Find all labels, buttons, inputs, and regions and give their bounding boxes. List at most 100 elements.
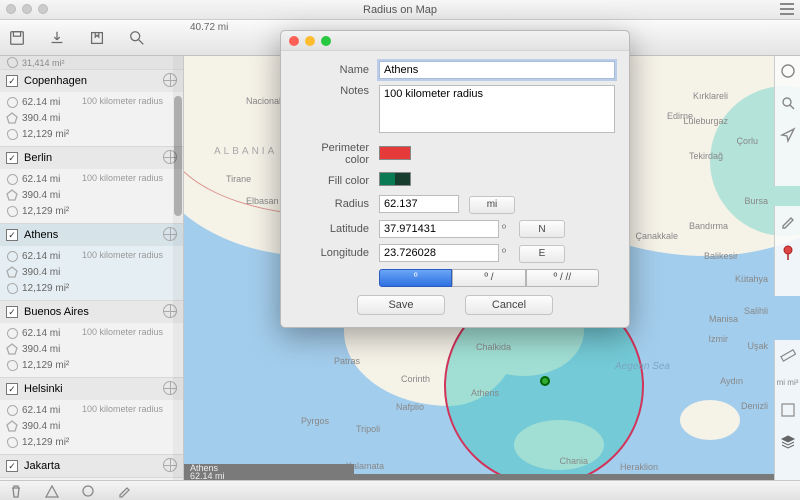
longitude-hemi-button[interactable]: E [519, 245, 565, 263]
radius-icon [7, 251, 18, 262]
scrollbar[interactable] [173, 56, 183, 480]
pin-icon[interactable] [779, 244, 797, 262]
list-item-name: Berlin [24, 152, 52, 164]
sidebar: 31,414 mi² Copenhagen 62.14 mi 390.4 mi … [0, 56, 184, 480]
country-label: ALBANIA [214, 146, 277, 157]
scrollbar-thumb[interactable] [174, 96, 182, 216]
checkbox-icon[interactable] [6, 229, 18, 241]
list-item-name: Jakarta [24, 460, 60, 472]
checkbox-icon[interactable] [6, 152, 18, 164]
city-label: Aydın [718, 376, 745, 386]
perimeter-icon [6, 189, 18, 201]
ruler-icon[interactable] [779, 346, 797, 364]
circle-tool-icon[interactable] [80, 484, 96, 498]
city-label: Çorlu [734, 136, 760, 146]
fill-color-swatch[interactable] [379, 172, 411, 186]
sea-label: Aegean Sea [615, 361, 670, 372]
zoom-window-icon[interactable] [38, 4, 48, 14]
format-deg-min-sec[interactable]: º / // [526, 269, 599, 287]
city-label: Pyrgos [299, 416, 331, 426]
list-item[interactable]: Helsinki 62.14 mi 390.4 mi 12,129 mi² 10… [0, 378, 183, 455]
list-item[interactable]: Copenhagen 62.14 mi 390.4 mi 12,129 mi² … [0, 70, 183, 147]
perimeter-icon [6, 112, 18, 124]
radius-icon [7, 328, 18, 339]
unit-toggle[interactable]: mi mi² [777, 378, 799, 387]
format-deg[interactable]: º [379, 269, 452, 287]
notes-input[interactable] [379, 85, 615, 133]
cancel-button[interactable]: Cancel [465, 295, 553, 315]
city-label: Tirane [224, 174, 253, 184]
area-icon [7, 283, 18, 294]
locate-icon[interactable] [779, 126, 797, 144]
degree-format-segmented[interactable]: º º / º / // [379, 269, 599, 287]
trash-icon[interactable] [8, 484, 24, 498]
zoom-icon[interactable] [321, 36, 331, 46]
city-label: Tripoli [354, 424, 382, 434]
area-icon [7, 129, 18, 140]
latitude-input[interactable] [379, 220, 499, 238]
unit-button[interactable]: mi [469, 196, 515, 214]
city-label: Corinth [399, 374, 432, 384]
minimize-icon[interactable] [305, 36, 315, 46]
city-label: Lüleburgaz [681, 116, 730, 126]
dialog-titlebar[interactable] [281, 31, 629, 51]
search-icon[interactable] [779, 94, 797, 112]
minimize-window-icon[interactable] [22, 4, 32, 14]
import-icon[interactable] [46, 27, 68, 49]
list-item[interactable]: Jakarta [0, 455, 183, 478]
latitude-hemi-button[interactable]: N [519, 220, 565, 238]
city-label: Denizli [739, 401, 770, 411]
edit-dialog: Name Notes Perimeter color Fill color Ra… [280, 30, 630, 328]
city-label: Bandırma [687, 221, 730, 231]
menu-icon[interactable] [780, 3, 794, 15]
city-label: Kırklareli [691, 91, 730, 101]
field-label: Radius [295, 198, 379, 210]
list-item-name: Copenhagen [24, 75, 87, 87]
warning-icon[interactable] [44, 484, 60, 498]
city-label: Patras [332, 356, 362, 366]
save-icon[interactable] [6, 27, 28, 49]
checkbox-icon[interactable] [6, 460, 18, 472]
map-pin-icon[interactable] [540, 376, 550, 386]
format-deg-min[interactable]: º / [452, 269, 525, 287]
name-input[interactable] [379, 61, 615, 79]
list-item-name: Athens [24, 229, 58, 241]
radius-icon [7, 174, 18, 185]
radius-input[interactable] [379, 195, 459, 213]
window-controls[interactable] [6, 4, 48, 14]
list-item-name: Helsinki [24, 383, 63, 395]
perimeter-icon [6, 266, 18, 278]
city-label: Kütahya [733, 274, 770, 284]
longitude-input[interactable] [379, 244, 499, 262]
city-label: Heraklion [618, 462, 660, 472]
edit-icon[interactable] [116, 484, 132, 498]
city-label: Elbasan [244, 196, 281, 206]
list-item[interactable]: Berlin 62.14 mi 390.4 mi 12,129 mi² 100 … [0, 147, 183, 224]
layers-icon[interactable] [779, 433, 797, 451]
map-style-icon[interactable] [779, 401, 797, 419]
field-label: Fill color [295, 175, 379, 187]
checkbox-icon[interactable] [6, 75, 18, 87]
city-label: Balikesir [702, 251, 740, 261]
export-icon[interactable] [86, 27, 108, 49]
close-window-icon[interactable] [6, 4, 16, 14]
info-icon[interactable] [779, 62, 797, 80]
city-label: Athens [469, 388, 501, 398]
list-item[interactable]: Athens 62.14 mi 390.4 mi 12,129 mi² 100 … [0, 224, 183, 301]
city-label: Bursa [742, 196, 770, 206]
city-label: Izmir [707, 334, 731, 344]
checkbox-icon[interactable] [6, 383, 18, 395]
map-tool-strip: mi mi² [774, 340, 800, 480]
checkbox-icon[interactable] [6, 306, 18, 318]
pencil-icon[interactable] [779, 212, 797, 230]
save-button[interactable]: Save [357, 295, 445, 315]
city-label: Tekirdağ [687, 151, 725, 161]
close-icon[interactable] [289, 36, 299, 46]
perimeter-color-swatch[interactable] [379, 146, 411, 160]
field-label: Latitude [295, 223, 379, 235]
city-label: Nafplio [394, 402, 426, 412]
list-item[interactable]: Buenos Aires 62.14 mi 390.4 mi 12,129 mi… [0, 301, 183, 378]
search-icon[interactable] [126, 27, 148, 49]
area-icon [7, 57, 18, 68]
city-label: Uşak [745, 341, 770, 351]
